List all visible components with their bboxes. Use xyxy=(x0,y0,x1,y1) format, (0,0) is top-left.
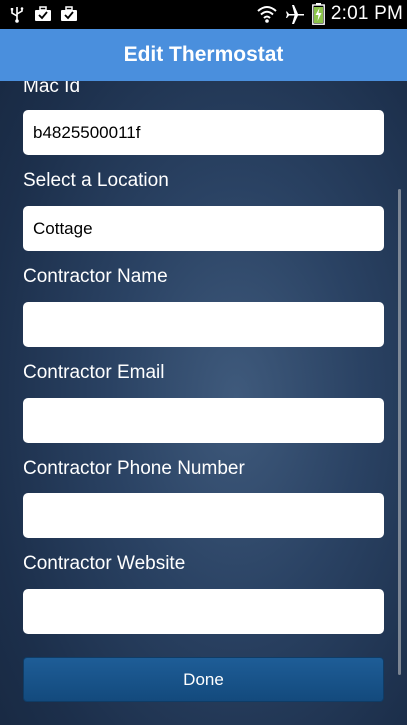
notification-icons xyxy=(8,5,78,23)
contractor-name-input[interactable] xyxy=(23,302,384,347)
briefcase-check-icon xyxy=(35,6,51,21)
action-bar: Edit Thermostat xyxy=(0,29,407,81)
wifi-icon xyxy=(257,6,277,23)
system-icons: 2:01 PM xyxy=(256,3,403,25)
contractor-website-input[interactable] xyxy=(23,589,384,634)
contractor-email-label: Contractor Email xyxy=(23,362,165,383)
status-bar: 2:01 PM xyxy=(0,0,407,29)
briefcase-check-icon xyxy=(61,6,77,21)
contractor-email-input[interactable] xyxy=(23,398,384,443)
scrollbar[interactable] xyxy=(398,189,401,675)
mac-id-input[interactable] xyxy=(23,110,384,155)
thermostat-form: Mac Id Select a Location Contractor Name… xyxy=(0,81,407,725)
done-button[interactable]: Done xyxy=(23,657,384,702)
airplane-icon xyxy=(285,5,304,24)
location-select[interactable] xyxy=(23,206,384,251)
page-title: Edit Thermostat xyxy=(123,43,284,66)
mac-id-label: Mac Id xyxy=(23,81,81,97)
battery-charging-icon xyxy=(311,3,325,25)
contractor-website-label: Contractor Website xyxy=(23,553,186,574)
contractor-phone-input[interactable] xyxy=(23,493,384,538)
contractor-phone-label: Contractor Phone Number xyxy=(23,458,245,479)
status-time: 2:01 PM xyxy=(330,3,403,24)
location-label: Select a Location xyxy=(23,170,169,191)
contractor-name-label: Contractor Name xyxy=(23,266,168,287)
usb-icon xyxy=(10,7,24,23)
